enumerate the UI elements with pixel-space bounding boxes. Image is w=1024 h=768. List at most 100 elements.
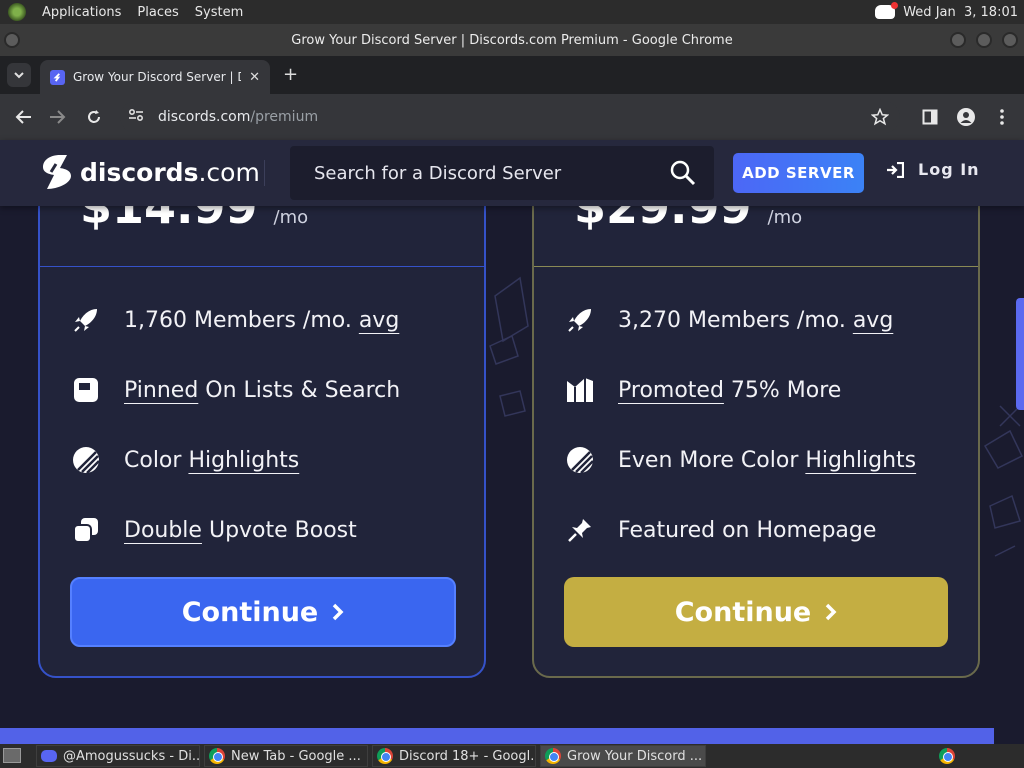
url-host: discords.com — [158, 109, 251, 125]
task-label: @Amogussucks - Di... — [63, 748, 200, 764]
feature-text: Upvote Boost — [201, 517, 357, 543]
arrow-left-icon — [15, 110, 31, 124]
site-info-icon[interactable] — [128, 108, 144, 126]
feature-color: Color Highlights — [72, 446, 299, 474]
task-label: Discord 18+ - Googl... — [399, 748, 536, 764]
feature-link[interactable]: avg — [359, 308, 399, 333]
chrome-icon — [377, 748, 393, 764]
header-divider — [264, 160, 265, 186]
taskbar-item-discord[interactable]: @Amogussucks - Di... — [36, 745, 200, 767]
kebab-menu-icon[interactable] — [991, 106, 1013, 128]
rocket-icon — [72, 306, 100, 334]
discords-favicon-icon — [50, 69, 65, 85]
task-label: New Tab - Google ... — [231, 748, 361, 764]
feature-link[interactable]: Promoted — [618, 378, 724, 403]
task-label: Grow Your Discord ... — [567, 748, 703, 764]
chrome-icon — [209, 748, 225, 764]
url-path: /premium — [250, 109, 319, 125]
tab-search-button[interactable] — [7, 63, 31, 87]
clock[interactable]: Wed Jan 3, 18:01 — [903, 5, 1018, 20]
double-boost-icon — [72, 516, 100, 544]
reload-icon — [88, 110, 100, 123]
tray-chrome-icon[interactable] — [939, 748, 955, 764]
chevron-right-icon — [333, 603, 344, 621]
login-link[interactable]: Log In — [886, 160, 980, 179]
section-accent-bar — [0, 728, 994, 744]
chrome-icon — [545, 748, 561, 764]
discords-logo-icon — [40, 154, 72, 190]
pricing-card-premium: $29.99 /mo 3,270 Members /mo. avg Promot… — [532, 206, 980, 678]
search-placeholder: Search for a Discord Server — [314, 162, 562, 184]
bookmark-star-icon[interactable] — [869, 106, 891, 128]
feature-text: Featured on Homepage — [618, 517, 877, 543]
rocket-icon — [566, 306, 594, 334]
feature-members: 1,760 Members /mo. avg — [72, 306, 399, 334]
taskbar-item-new-tab[interactable]: New Tab - Google ... — [204, 745, 368, 767]
os-taskbar: @Amogussucks - Di... New Tab - Google ..… — [0, 744, 1024, 768]
chevron-down-icon — [14, 72, 24, 79]
window-titlebar[interactable]: Grow Your Discord Server | Discords.com … — [0, 24, 1024, 56]
chevron-right-icon — [826, 603, 837, 621]
tab-active[interactable]: Grow Your Discord Server | Di ✕ — [40, 60, 270, 94]
feature-double-upvote: Double Upvote Boost — [72, 516, 357, 544]
minimize-button[interactable] — [950, 32, 966, 48]
window-menu-button[interactable] — [4, 32, 20, 48]
tab-close-icon[interactable]: ✕ — [249, 70, 260, 85]
maximize-button[interactable] — [976, 32, 992, 48]
pricing-section: $14.99 /mo 1,760 Members /mo. avg Pinned… — [0, 206, 1024, 744]
feature-link[interactable]: Highlights — [805, 448, 916, 473]
thumbtack-icon — [566, 516, 594, 544]
feature-link[interactable]: Pinned — [124, 378, 198, 403]
feature-homepage: Featured on Homepage — [566, 516, 876, 544]
continue-label: Continue — [181, 596, 319, 628]
browser-toolbar: discords.com/premium — [0, 94, 1024, 140]
feature-link[interactable]: Double — [124, 518, 202, 543]
show-desktop-icon[interactable] — [3, 748, 21, 763]
server-search-input[interactable]: Search for a Discord Server — [290, 146, 714, 200]
color-palette-icon — [72, 446, 100, 474]
feature-pinned: Pinned On Lists & Search — [72, 376, 400, 404]
continue-button-standard[interactable]: Continue — [70, 577, 456, 647]
taskbar-item-discord-18[interactable]: Discord 18+ - Googl... — [372, 745, 536, 767]
side-panel-icon[interactable] — [919, 106, 941, 128]
new-tab-button[interactable]: + — [283, 64, 298, 85]
back-button[interactable] — [12, 106, 34, 128]
profile-icon[interactable] — [955, 106, 977, 128]
pricing-card-standard: $14.99 /mo 1,760 Members /mo. avg Pinned… — [38, 206, 486, 678]
feature-members: 3,270 Members /mo. avg — [566, 306, 893, 334]
brand-logo[interactable]: discords.com — [40, 154, 260, 190]
card-divider — [40, 266, 484, 267]
feature-text: Even More Color — [618, 447, 806, 473]
brand-bold: discords — [80, 157, 199, 187]
discord-tray-icon[interactable] — [875, 2, 899, 19]
menu-applications[interactable]: Applications — [42, 5, 121, 20]
menu-system[interactable]: System — [195, 5, 243, 20]
address-bar[interactable]: discords.com/premium — [120, 101, 900, 133]
tab-title: Grow Your Discord Server | Di — [73, 70, 242, 84]
price-suffix: /mo — [767, 207, 803, 228]
os-logo-icon[interactable] — [8, 3, 26, 21]
os-top-panel: Applications Places System Wed Jan 3, 18… — [0, 0, 1024, 24]
card-divider — [534, 266, 978, 267]
menu-places[interactable]: Places — [137, 5, 178, 20]
continue-button-premium[interactable]: Continue — [564, 577, 948, 647]
reload-button[interactable] — [83, 106, 105, 128]
side-accent-strip — [1016, 298, 1024, 410]
feature-text: Color — [124, 447, 189, 473]
search-icon[interactable] — [670, 160, 696, 186]
forward-button[interactable] — [47, 106, 69, 128]
site-header: discords.com Search for a Discord Server… — [0, 140, 1024, 206]
feature-link[interactable]: avg — [853, 308, 893, 333]
brand-light: .com — [198, 157, 260, 187]
window-title: Grow Your Discord Server | Discords.com … — [291, 32, 733, 48]
close-window-button[interactable] — [1002, 32, 1018, 48]
feature-promoted: Promoted 75% More — [566, 376, 841, 404]
color-palette-icon — [566, 446, 594, 474]
feature-link[interactable]: Highlights — [188, 448, 299, 473]
sign-in-icon — [887, 161, 904, 178]
feature-text: 75% More — [723, 377, 842, 403]
feature-color: Even More Color Highlights — [566, 446, 916, 474]
add-server-button[interactable]: ADD SERVER — [733, 153, 864, 193]
tab-strip: Grow Your Discord Server | Di ✕ + — [0, 56, 1024, 94]
taskbar-item-grow-discord[interactable]: Grow Your Discord ... — [540, 745, 706, 767]
